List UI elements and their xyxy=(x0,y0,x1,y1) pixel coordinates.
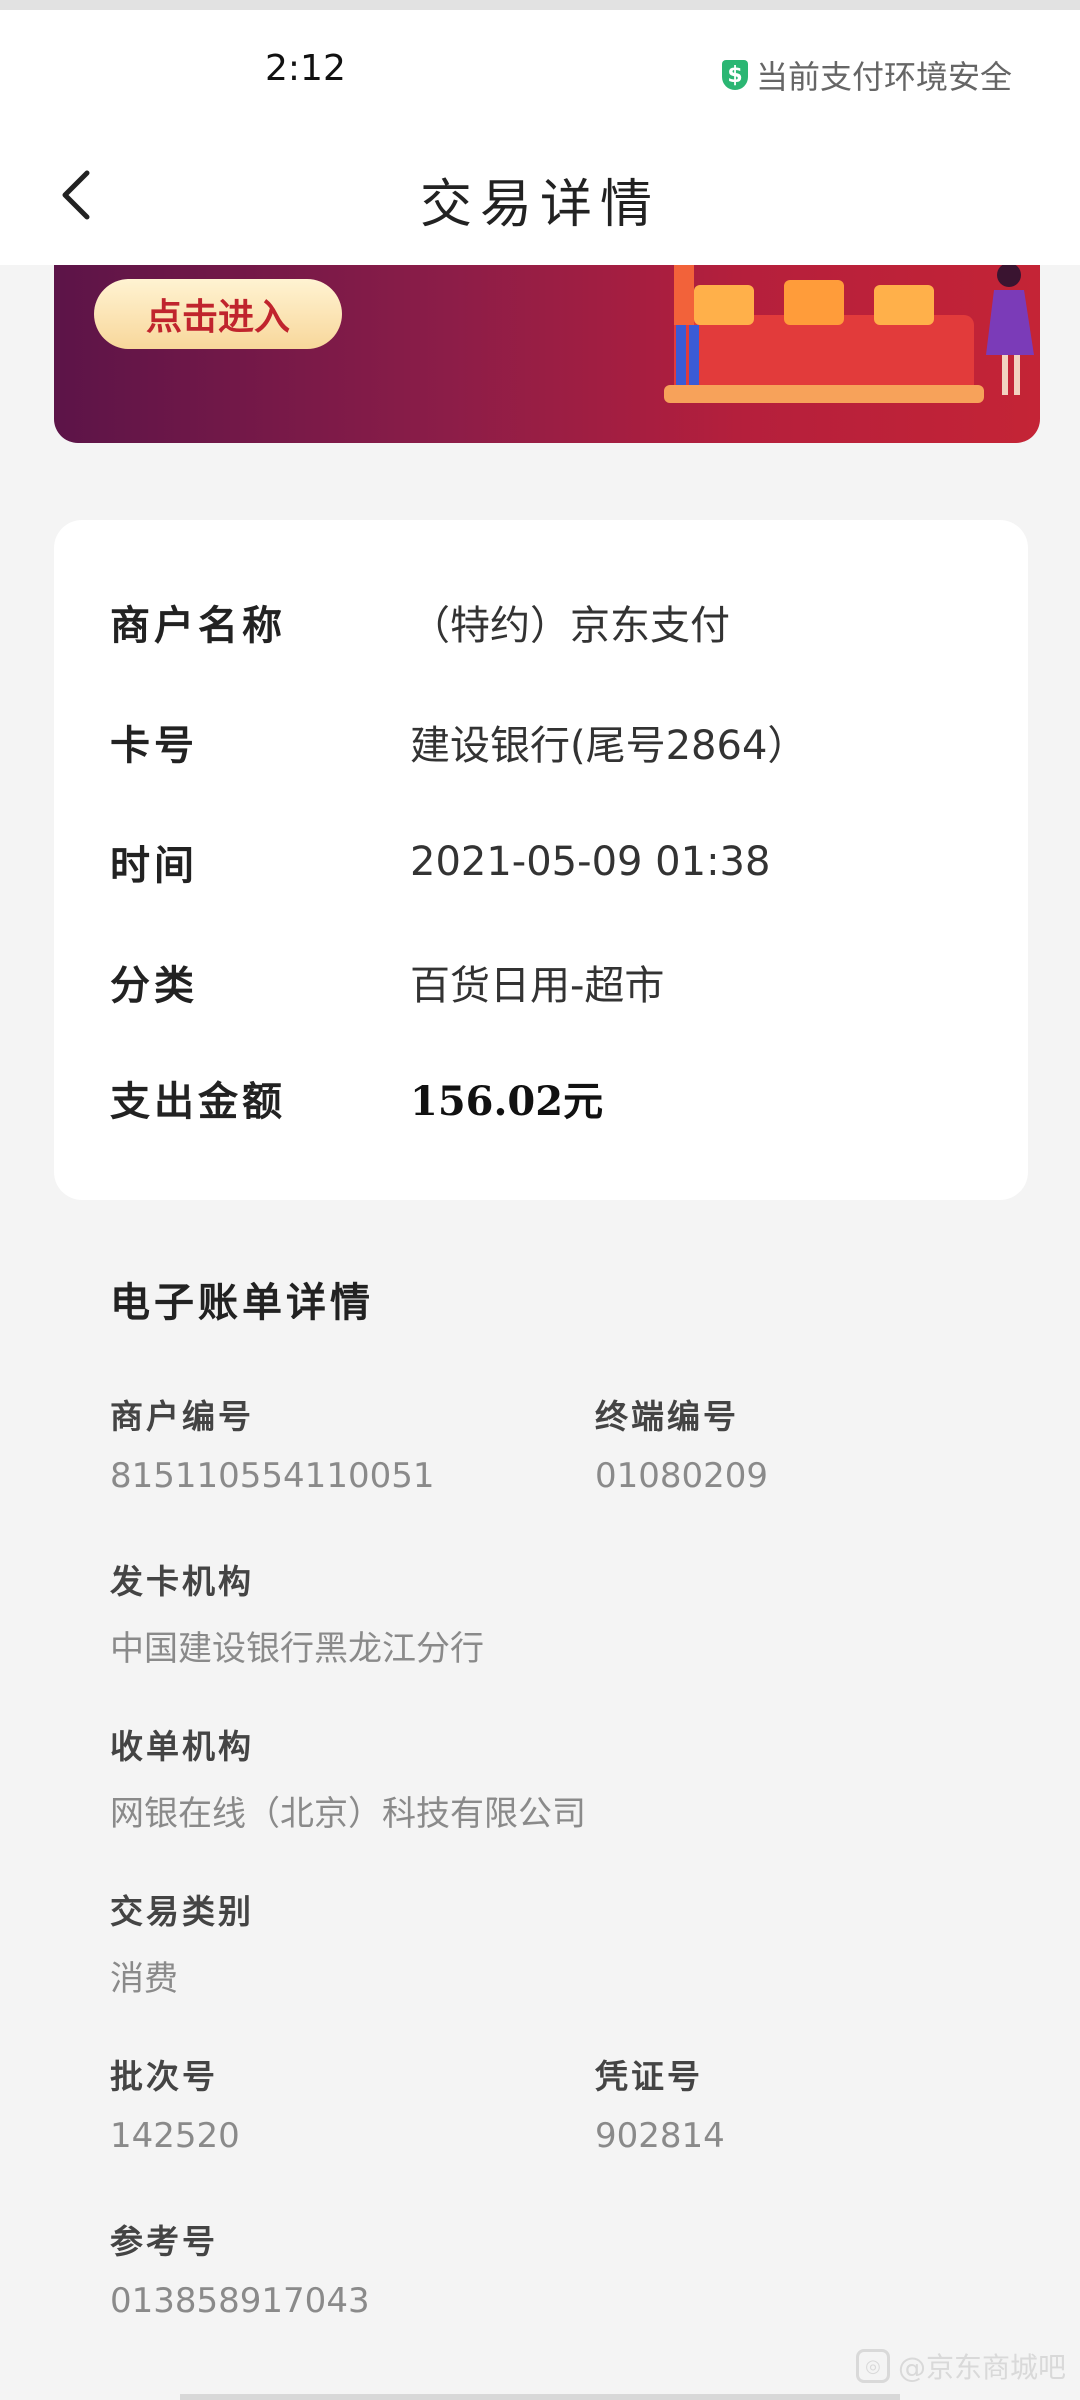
acquirer-field: 收单机构 网银在线（北京）科技有限公司 xyxy=(110,1720,586,1835)
merchant-no-field: 商户编号 815110554110051 xyxy=(110,1390,434,1496)
acquirer-value: 网银在线（北京）科技有限公司 xyxy=(110,1794,586,1834)
category-value: 百货日用-超市 xyxy=(410,963,665,1009)
transaction-info-card: 商户名称 （特约）京东支付 卡号 建设银行(尾号2864） 时间 2021-05… xyxy=(54,520,1028,1200)
page-title: 交易详情 xyxy=(419,175,660,235)
batch-no-field: 批次号 142520 xyxy=(110,2050,240,2156)
merchant-no-value: 815110554110051 xyxy=(110,1456,435,1496)
terminal-no-field: 终端编号 01080209 xyxy=(595,1390,768,1496)
status-time: 2:12 xyxy=(265,48,346,89)
transaction-type-value: 消费 xyxy=(110,1959,178,1999)
acquirer-label: 收单机构 xyxy=(110,1727,254,1766)
card-label: 卡号 xyxy=(110,722,198,769)
enter-button[interactable]: 点击进入 xyxy=(94,279,342,349)
bill-section-title: 电子账单详情 xyxy=(110,1279,374,1326)
issuer-value: 中国建设银行黑龙江分行 xyxy=(110,1629,484,1669)
promo-banner[interactable]: 点击进入 xyxy=(54,265,1040,443)
category-row: 分类 百货日用-超市 xyxy=(110,952,664,1012)
shield-dollar-icon: $ xyxy=(721,60,748,90)
merchant-no-label: 商户编号 xyxy=(110,1397,254,1436)
issuer-label: 发卡机构 xyxy=(110,1562,254,1601)
watermark: ◎ @京东商城吧 xyxy=(855,2346,1066,2386)
amount-value: 156.02元 xyxy=(410,1078,604,1125)
merchant-row: 商户名称 （特约）京东支付 xyxy=(110,592,730,652)
transaction-type-label: 交易类别 xyxy=(110,1892,254,1931)
issuer-field: 发卡机构 中国建设银行黑龙江分行 xyxy=(110,1555,484,1670)
banner-illustration xyxy=(664,265,1034,403)
bottom-scroll-indicator xyxy=(180,2394,900,2400)
voucher-no-value: 902814 xyxy=(595,2116,725,2156)
terminal-no-value: 01080209 xyxy=(595,1456,769,1496)
nav-bar: 交易详情 xyxy=(0,130,1080,265)
amount-row: 支出金额 156.02元 xyxy=(110,1068,603,1128)
card-value: 建设银行(尾号2864） xyxy=(410,723,808,769)
reference-no-field: 参考号 013858917043 xyxy=(110,2215,370,2321)
time-value: 2021-05-09 01:38 xyxy=(410,839,771,885)
watermark-text: @京东商城吧 xyxy=(897,2351,1066,2384)
merchant-value: （特约）京东支付 xyxy=(410,603,730,649)
weibo-icon: ◎ xyxy=(855,2349,890,2383)
secure-text: 当前支付环境安全 xyxy=(755,58,1012,96)
voucher-no-field: 凭证号 902814 xyxy=(595,2050,725,2156)
voucher-no-label: 凭证号 xyxy=(595,2057,703,2096)
amount-label: 支出金额 xyxy=(110,1078,286,1125)
transaction-type-field: 交易类别 消费 xyxy=(110,1885,254,2000)
secure-indicator: $ 当前支付环境安全 xyxy=(721,52,1012,98)
time-row: 时间 2021-05-09 01:38 xyxy=(110,832,770,892)
terminal-no-label: 终端编号 xyxy=(595,1397,739,1436)
reference-no-value: 013858917043 xyxy=(110,2281,370,2321)
batch-no-label: 批次号 xyxy=(110,2057,218,2096)
reference-no-label: 参考号 xyxy=(110,2222,218,2261)
time-label: 时间 xyxy=(110,842,198,889)
status-bar: 2:12 $ 当前支付环境安全 xyxy=(0,0,1080,130)
merchant-label: 商户名称 xyxy=(110,602,286,649)
category-label: 分类 xyxy=(110,962,198,1009)
card-row: 卡号 建设银行(尾号2864） xyxy=(110,712,807,772)
batch-no-value: 142520 xyxy=(110,2116,240,2156)
